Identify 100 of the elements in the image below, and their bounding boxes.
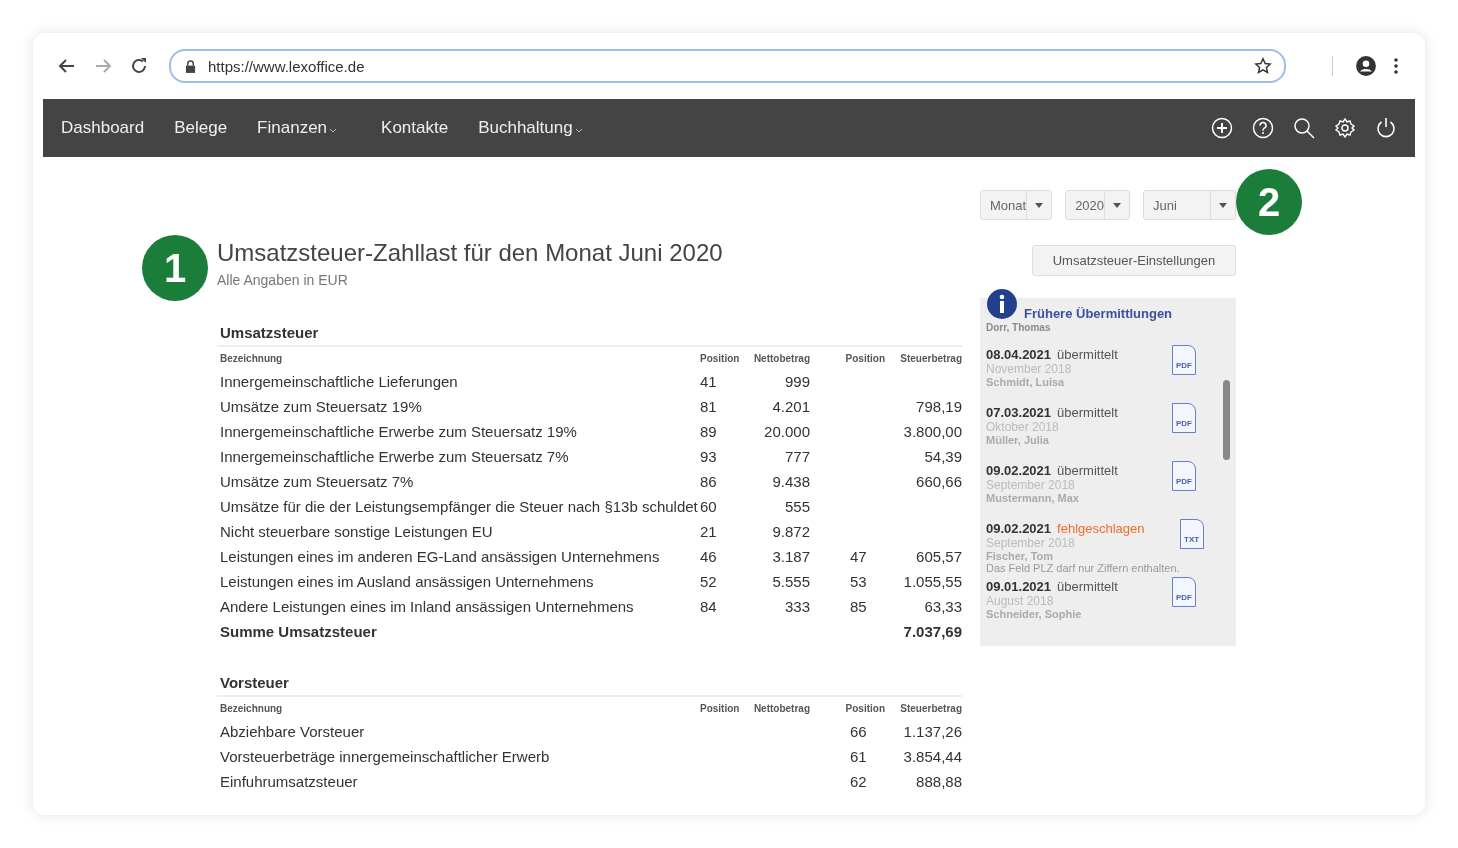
- add-icon[interactable]: [1211, 117, 1233, 139]
- panel-title: Frühere Übermittlungen: [1024, 305, 1173, 321]
- table-cell: 53: [850, 573, 867, 590]
- scrollbar[interactable]: [1223, 380, 1230, 460]
- submission-name: Müller, Julia: [986, 434, 1050, 446]
- caret-icon: [1035, 202, 1044, 208]
- table-cell: 888,88: [916, 773, 962, 790]
- table-cell: 52: [700, 573, 717, 590]
- table-cell: 333: [784, 598, 810, 615]
- table-cell: 61: [850, 748, 867, 765]
- settings-icon[interactable]: [1334, 117, 1356, 139]
- nav-item[interactable]: Kontakte: [381, 118, 449, 138]
- submission-date: 08.04.2021: [986, 347, 1052, 362]
- table-cell: 62: [850, 773, 867, 790]
- table-cell: 3.800,00: [903, 423, 962, 440]
- error-message: Das Feld PLZ darf nur Ziffern enthalten.: [986, 562, 1180, 574]
- submission-status: übermittelt: [1057, 347, 1118, 362]
- nav-item[interactable]: Finanzen: [257, 118, 328, 138]
- column-header: Position: [700, 702, 741, 714]
- caret-icon[interactable]: [574, 127, 583, 133]
- table-cell: 9.872: [772, 523, 810, 540]
- table-cell: 84: [700, 598, 717, 615]
- table-cell: 85: [850, 598, 867, 615]
- dropdown[interactable]: 2020: [1065, 190, 1131, 220]
- table-cell: Vorsteuerbeträge innergemeinschaftlicher Erwerb: [220, 748, 550, 765]
- column-header: Steuerbetrag: [899, 702, 962, 714]
- file-icon[interactable]: PDF: [1172, 403, 1196, 433]
- url-text: https://www.lexoffice.de: [208, 57, 366, 75]
- column-header: Bezeichnung: [220, 352, 284, 364]
- submission-name: Dorr, Thomas: [986, 322, 1052, 333]
- table-cell: Umsätze zum Steuersatz 19%: [220, 398, 422, 415]
- table-cell: 999: [784, 373, 810, 390]
- table-cell: 9.438: [772, 473, 810, 490]
- address-bar[interactable]: https://www.lexoffice.de: [169, 49, 1286, 83]
- submission-date: 07.03.2021: [986, 405, 1052, 420]
- help-icon[interactable]: [1252, 117, 1274, 139]
- star-icon[interactable]: [1254, 57, 1272, 75]
- table-cell: 93: [700, 448, 717, 465]
- table-cell: 4.201: [772, 398, 810, 415]
- table-cell: 41: [700, 373, 717, 390]
- column-header: Steuerbetrag: [899, 352, 962, 364]
- search-icon[interactable]: [1293, 117, 1315, 139]
- table-cell: 60: [700, 498, 717, 515]
- file-icon[interactable]: PDF: [1172, 345, 1196, 375]
- table-cell: Abziehbare Vorsteuer: [220, 723, 365, 740]
- table-cell: 555: [784, 498, 810, 515]
- section-heading: Umsatzsteuer: [217, 324, 962, 347]
- file-icon[interactable]: TXT: [1179, 519, 1204, 549]
- column-header: Position: [844, 352, 886, 364]
- table-cell: 54,39: [924, 448, 962, 465]
- table-cell: 86: [700, 473, 717, 490]
- table-cell: 3.854,44: [903, 748, 962, 765]
- table-cell: 46: [700, 548, 717, 565]
- submission-status: übermittelt: [1057, 405, 1118, 420]
- lock-icon: [185, 59, 196, 73]
- total-label: Summe Umsatzsteuer: [220, 623, 377, 640]
- dropdown[interactable]: Juni: [1143, 190, 1236, 220]
- section-heading: Vorsteuer: [217, 674, 962, 697]
- table-cell: Nicht steuerbare sonstige Leistungen EU: [220, 523, 493, 540]
- caret-icon: [1219, 202, 1227, 208]
- table-cell: 5.555: [772, 573, 810, 590]
- total-value: 7.037,69: [903, 623, 962, 640]
- submission-status: fehlgeschlagen: [1057, 521, 1145, 536]
- step-marker: 1: [142, 235, 208, 301]
- submission-name: Schmidt, Luisa: [986, 376, 1066, 388]
- submission-name: Schneider, Sophie: [986, 608, 1083, 620]
- table-cell: Andere Leistungen eines im Inland ansässigen Unternehmens: [220, 598, 634, 615]
- page-title: Umsatzsteuer-Zahllast für den Monat Juni 2020: [217, 239, 724, 267]
- menu-icon[interactable]: [1393, 56, 1399, 76]
- caret-icon: [1113, 202, 1122, 208]
- nav-item[interactable]: Belege: [174, 118, 228, 138]
- submission-date: 09.02.2021: [986, 463, 1052, 478]
- table-cell: 1.055,55: [903, 573, 962, 590]
- account-icon[interactable]: [1355, 55, 1377, 77]
- table-cell: Leistungen eines im anderen EG-Land ansässigen Unternehmens: [220, 548, 660, 565]
- table-cell: 47: [850, 548, 867, 565]
- file-icon[interactable]: PDF: [1172, 461, 1196, 491]
- table-cell: Leistungen eines im Ausland ansässigen Unternehmens: [220, 573, 594, 590]
- power-icon[interactable]: [1375, 117, 1397, 139]
- file-icon[interactable]: PDF: [1172, 577, 1196, 607]
- column-header: Nettobetrag: [752, 702, 810, 714]
- step-marker: 2: [1236, 169, 1302, 235]
- column-header: Nettobetrag: [752, 352, 810, 364]
- table-cell: 3.187: [772, 548, 810, 565]
- table-cell: Innergemeinschaftliche Lieferungen: [220, 373, 458, 390]
- table-cell: Innergemeinschaftliche Erwerbe zum Steuersatz 7%: [220, 448, 569, 465]
- nav-item[interactable]: Dashboard: [61, 118, 145, 138]
- table-cell: Innergemeinschaftliche Erwerbe zum Steuersatz 19%: [220, 423, 577, 440]
- settings-button[interactable]: Umsatzsteuer-Einstellungen: [1032, 245, 1236, 276]
- table-cell: Umsätze zum Steuersatz 7%: [220, 473, 414, 490]
- caret-icon[interactable]: [329, 127, 338, 133]
- table-cell: 798,19: [916, 398, 962, 415]
- table-cell: 777: [784, 448, 810, 465]
- info-icon: [987, 289, 1017, 319]
- nav-item[interactable]: Buchhaltung: [478, 118, 573, 138]
- submission-status: übermittelt: [1057, 579, 1118, 594]
- table-cell: 20.000: [764, 423, 810, 440]
- reload-icon[interactable]: [129, 56, 149, 76]
- table-cell: 89: [700, 423, 717, 440]
- dropdown[interactable]: Monat: [980, 190, 1053, 220]
